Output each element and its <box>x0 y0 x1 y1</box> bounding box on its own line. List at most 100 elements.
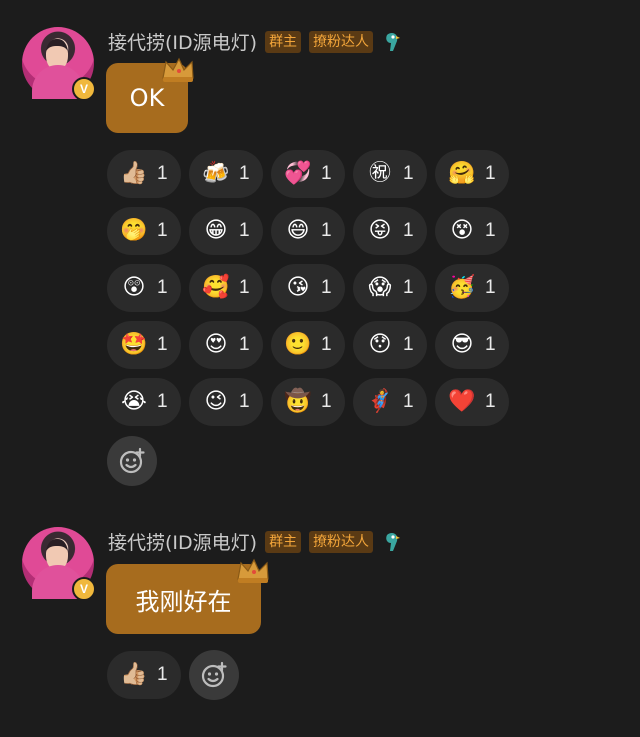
reaction-pill[interactable]: 🙂 1 <box>271 321 345 369</box>
reaction-emoji-icon: 🤠 <box>284 389 312 414</box>
reaction-emoji-icon: 😍 <box>204 332 228 357</box>
reaction-count: 1 <box>239 163 250 184</box>
reaction-emoji-icon: 🦸 <box>366 389 394 414</box>
add-emoji-icon <box>119 447 145 474</box>
reaction-emoji-icon: 😄 <box>286 218 310 243</box>
reaction-pill[interactable]: 🦸 1 <box>353 378 427 426</box>
fan-tag: 撩粉达人 <box>309 530 374 553</box>
reaction-count: 1 <box>403 163 414 184</box>
crown-icon <box>237 558 269 583</box>
fan-tag: 撩粉达人 <box>309 30 374 53</box>
reaction-emoji-icon: 🥳 <box>448 275 476 300</box>
reaction-count: 1 <box>239 220 250 241</box>
sender-row: 接代捞(ID源电灯) 群主 撩粉达人 <box>108 28 403 55</box>
reaction-count: 1 <box>239 277 250 298</box>
reaction-pill[interactable]: ㊗ 1 <box>353 150 427 198</box>
reaction-count: 1 <box>157 163 168 184</box>
reaction-pill[interactable]: 😁 1 <box>189 207 263 255</box>
reaction-count: 1 <box>485 334 496 355</box>
avatar[interactable]: V <box>22 27 96 101</box>
reaction-count: 1 <box>157 220 168 241</box>
reaction-pill[interactable]: 🤗 1 <box>435 150 509 198</box>
reaction-count: 1 <box>321 334 332 355</box>
reaction-pill[interactable]: 😭 1 <box>107 378 181 426</box>
reaction-emoji-icon: ㊗ <box>368 161 391 186</box>
reaction-pill[interactable]: ❤️ 1 <box>435 378 509 426</box>
reaction-count: 1 <box>403 391 414 412</box>
reaction-emoji-icon: 😯 <box>368 332 392 357</box>
reaction-emoji-icon: 👍🏼 <box>120 161 148 186</box>
reaction-pill[interactable]: 😍 1 <box>189 321 263 369</box>
reaction-pill[interactable]: 💞 1 <box>271 150 345 198</box>
reaction-count: 1 <box>485 277 496 298</box>
parrot-icon <box>386 532 401 551</box>
reaction-emoji-icon: 😉 <box>204 389 228 414</box>
reaction-pill[interactable]: 🤩 1 <box>107 321 181 369</box>
reaction-pill[interactable]: 😯 1 <box>353 321 427 369</box>
reaction-emoji-icon: 🤗 <box>448 161 476 186</box>
crown-icon <box>162 57 194 82</box>
reaction-count: 1 <box>485 220 496 241</box>
reaction-pill[interactable]: 😉 1 <box>189 378 263 426</box>
reaction-pill[interactable]: 😘 1 <box>271 264 345 312</box>
reaction-emoji-icon: 😎 <box>450 332 474 357</box>
reaction-pill[interactable]: 😄 1 <box>271 207 345 255</box>
avatar[interactable]: V <box>22 527 96 601</box>
reaction-count: 1 <box>485 163 496 184</box>
reaction-emoji-icon: 🍻 <box>202 161 230 186</box>
reaction-emoji-icon: 😵 <box>450 218 474 243</box>
reaction-count: 1 <box>157 277 168 298</box>
parrot-icon <box>386 32 401 51</box>
reaction-pill[interactable]: 🍻 1 <box>189 150 263 198</box>
owner-tag: 群主 <box>265 530 302 553</box>
reaction-emoji-icon: 😁 <box>204 218 228 243</box>
reaction-emoji-icon: 😱 <box>368 275 392 300</box>
reaction-pill[interactable]: 🤭 1 <box>107 207 181 255</box>
reaction-emoji-icon: 😝 <box>368 218 392 243</box>
sender-row: 接代捞(ID源电灯) 群主 撩粉达人 <box>108 528 403 555</box>
reaction-emoji-icon: 🙂 <box>284 332 312 357</box>
reaction-count: 1 <box>321 277 332 298</box>
reaction-pill[interactable]: 😱 1 <box>353 264 427 312</box>
reaction-emoji-icon: 🤭 <box>120 218 148 243</box>
sender-name[interactable]: 接代捞(ID源电灯) <box>108 28 257 55</box>
reaction-emoji-icon: 😭 <box>121 389 147 414</box>
reaction-emoji-icon: ❤️ <box>448 389 476 414</box>
reaction-pill[interactable]: 👍🏼 1 <box>107 150 181 198</box>
reaction-pill[interactable]: 🤠 1 <box>271 378 345 426</box>
message-text: 我刚好在 <box>135 587 232 616</box>
reaction-count: 1 <box>239 334 250 355</box>
reaction-emoji-icon: 😘 <box>286 275 310 300</box>
reaction-count: 1 <box>321 391 332 412</box>
reaction-count: 1 <box>403 334 414 355</box>
reaction-count: 1 <box>157 334 168 355</box>
reaction-emoji-icon: 👍🏼 <box>120 662 148 687</box>
reaction-pill[interactable]: 😝 1 <box>353 207 427 255</box>
reaction-pill[interactable]: 🥰 1 <box>189 264 263 312</box>
reaction-count: 1 <box>403 220 414 241</box>
reaction-pill[interactable]: 👍🏼 1 <box>107 651 181 699</box>
verified-badge: V <box>72 577 96 601</box>
reaction-emoji-icon: 🥰 <box>202 275 230 300</box>
reaction-count: 1 <box>157 664 168 685</box>
reaction-pill[interactable]: 😎 1 <box>435 321 509 369</box>
reaction-count: 1 <box>485 391 496 412</box>
message-text: OK <box>129 84 165 112</box>
add-emoji-icon <box>201 661 227 688</box>
verified-badge: V <box>72 77 96 101</box>
reaction-pill[interactable]: 😵 1 <box>435 207 509 255</box>
reaction-emoji-icon: 🤩 <box>120 332 148 357</box>
reaction-count: 1 <box>321 220 332 241</box>
reaction-emoji-icon: 😲 <box>122 275 146 300</box>
reaction-count: 1 <box>239 391 250 412</box>
reaction-pill[interactable]: 🥳 1 <box>435 264 509 312</box>
owner-tag: 群主 <box>265 30 302 53</box>
reaction-pill[interactable]: 😲 1 <box>107 264 181 312</box>
sender-name[interactable]: 接代捞(ID源电灯) <box>108 528 257 555</box>
reaction-count: 1 <box>157 391 168 412</box>
reaction-count: 1 <box>321 163 332 184</box>
reaction-emoji-icon: 💞 <box>284 161 312 186</box>
reaction-count: 1 <box>403 277 414 298</box>
add-reaction-button[interactable] <box>189 650 239 700</box>
add-reaction-button[interactable] <box>107 436 157 486</box>
